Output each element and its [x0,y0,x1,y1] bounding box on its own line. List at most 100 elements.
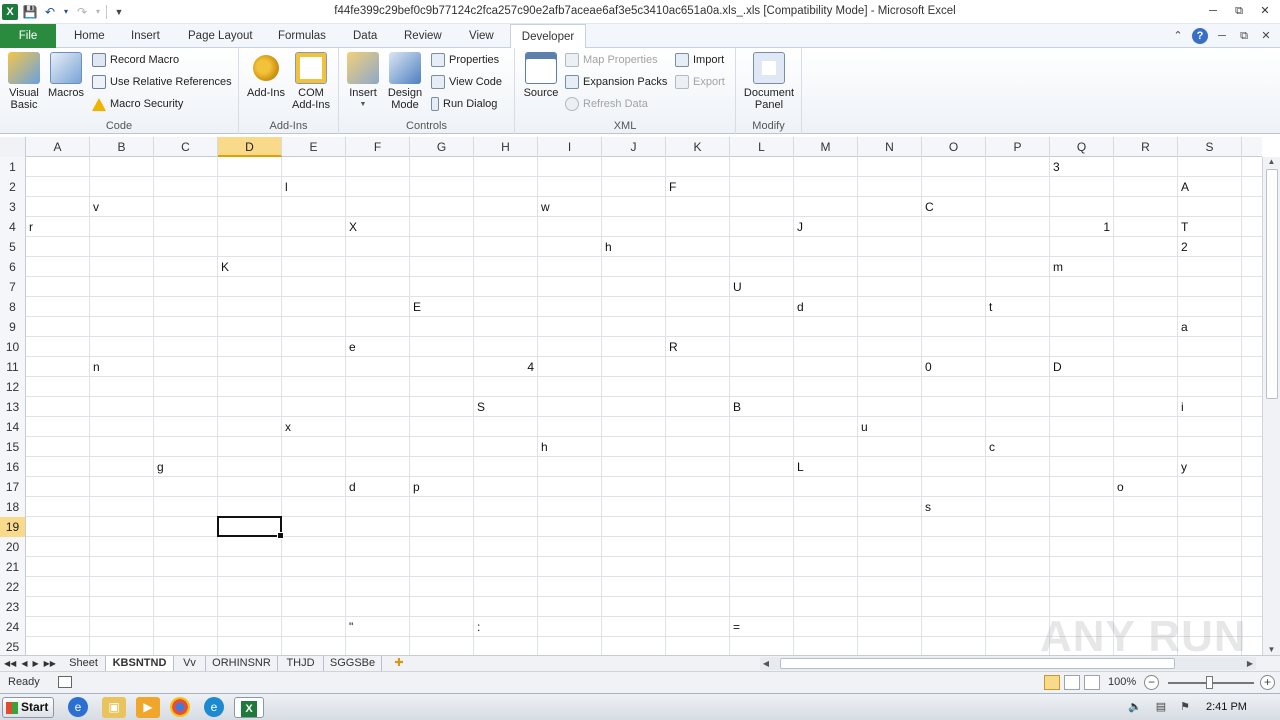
cell-l24[interactable]: = [730,617,740,637]
column-header-k[interactable]: K [666,137,730,157]
network-icon[interactable]: ▤ [1154,700,1168,714]
cell-q4[interactable]: 1 [1050,217,1114,237]
source-button[interactable]: Source [521,52,561,99]
cell-k2[interactable]: F [666,177,676,197]
column-header-b[interactable]: B [90,137,154,157]
cell-s4[interactable]: T [1178,217,1188,237]
row-header-22[interactable]: 22 [0,577,26,597]
column-header-s[interactable]: S [1178,137,1242,157]
macros-button[interactable]: Macros [46,52,86,99]
macro-recording-icon[interactable] [58,676,72,688]
row-header-9[interactable]: 9 [0,317,26,337]
column-header-l[interactable]: L [730,137,794,157]
chrome-icon[interactable] [170,697,190,717]
cell-c16[interactable]: g [154,457,164,477]
row-header-24[interactable]: 24 [0,617,26,637]
row-header-8[interactable]: 8 [0,297,26,317]
cell-n14[interactable]: u [858,417,868,437]
cell-g17[interactable]: p [410,477,420,497]
column-header-q[interactable]: Q [1050,137,1114,157]
cell-e14[interactable]: x [282,417,291,437]
tab-developer[interactable]: Developer [510,24,586,49]
view-code-button[interactable]: View Code [431,73,502,91]
add-ins-button[interactable]: Add-Ins [245,52,287,99]
cell-a4[interactable]: r [26,217,33,237]
cell-f4[interactable]: X [346,217,357,237]
file-explorer-icon[interactable]: ▣ [102,697,126,718]
cell-f10[interactable]: e [346,337,356,357]
column-header-e[interactable]: E [282,137,346,157]
cell-l7[interactable]: U [730,277,742,297]
column-header-n[interactable]: N [858,137,922,157]
workbook-close-icon[interactable]: ✕ [1258,28,1274,44]
vertical-scroll-thumb[interactable] [1266,169,1278,399]
cell-b11[interactable]: n [90,357,100,377]
cell-s5[interactable]: 2 [1178,237,1188,257]
cell-h13[interactable]: S [474,397,485,417]
column-header-m[interactable]: M [794,137,858,157]
normal-view-icon[interactable] [1044,675,1060,690]
cell-l13[interactable]: B [730,397,741,417]
restore-icon[interactable]: ⧉ [1226,2,1252,20]
properties-button[interactable]: Properties [431,51,499,69]
first-sheet-icon[interactable]: ◀◀ [4,656,16,671]
row-header-1[interactable]: 1 [0,157,26,177]
column-header-c[interactable]: C [154,137,218,157]
tab-page-layout[interactable]: Page Layout [184,24,257,48]
row-header-14[interactable]: 14 [0,417,26,437]
cell-o11[interactable]: 0 [922,357,932,377]
cell-d6[interactable]: K [218,257,229,277]
worksheet-grid[interactable]: 1 2 3 4 5 6 7 8 9 10 11 12 13 14 15 16 17 18 19 20 21 22 23 24 2… [0,157,1262,655]
cell-o3[interactable]: C [922,197,934,217]
internet-explorer-icon[interactable]: e [68,697,88,717]
row-header-18[interactable]: 18 [0,497,26,517]
zoom-out-icon[interactable]: − [1144,675,1159,690]
cell-q1[interactable]: 3 [1050,157,1060,177]
sheet-tab-thjd[interactable]: THJD [278,656,324,671]
next-sheet-icon[interactable]: ▶ [32,656,38,671]
row-header-13[interactable]: 13 [0,397,26,417]
clock[interactable]: 2:41 PM [1206,701,1247,713]
cell-i15[interactable]: h [538,437,548,457]
sheet-tab-kbsntnd[interactable]: KBSNTND [106,656,174,671]
workbook-restore-icon[interactable]: ⧉ [1236,28,1252,44]
sheet-tab-orhinsnr[interactable]: ORHINSNR [206,656,278,671]
column-header-a[interactable]: A [26,137,90,157]
row-header-2[interactable]: 2 [0,177,26,197]
sheet-tab-sheet[interactable]: Sheet [62,656,106,671]
row-header-10[interactable]: 10 [0,337,26,357]
row-header-19[interactable]: 19 [0,517,26,537]
scroll-down-icon[interactable]: ▼ [1263,645,1280,655]
prev-sheet-icon[interactable]: ◀ [21,656,27,671]
row-header-17[interactable]: 17 [0,477,26,497]
cell-j5[interactable]: h [602,237,612,257]
tab-insert[interactable]: Insert [127,24,164,48]
cell-r17[interactable]: o [1114,477,1124,497]
cell-i3[interactable]: w [538,197,550,217]
cell-s13[interactable]: i [1178,397,1184,417]
cell-o18[interactable]: s [922,497,931,517]
tab-data[interactable]: Data [349,24,381,48]
cell-q6[interactable]: m [1050,257,1063,277]
zoom-level[interactable]: 100% [1108,676,1136,688]
cell-q11[interactable]: D [1050,357,1062,377]
start-button[interactable]: Start [2,697,54,718]
com-add-ins-button[interactable]: COM Add-Ins [289,52,333,111]
select-all-corner[interactable] [0,137,26,157]
zoom-in-icon[interactable]: + [1260,675,1275,690]
column-header-p[interactable]: P [986,137,1050,157]
expansion-packs-button[interactable]: Expansion Packs [565,73,667,91]
row-header-15[interactable]: 15 [0,437,26,457]
workbook-minimize-icon[interactable]: ─ [1214,28,1230,44]
sheet-tab-vv[interactable]: Vv [174,656,206,671]
tab-formulas[interactable]: Formulas [274,24,330,48]
cell-e2[interactable]: l [282,177,288,197]
cell-p15[interactable]: c [986,437,995,457]
row-header-25[interactable]: 25 [0,637,26,655]
cell-h11[interactable]: 4 [474,357,538,377]
row-header-23[interactable]: 23 [0,597,26,617]
row-header-20[interactable]: 20 [0,537,26,557]
use-relative-references-button[interactable]: Use Relative References [92,73,232,91]
cell-f24[interactable]: " [346,617,353,637]
refresh-data-button[interactable]: Refresh Data [565,95,648,113]
